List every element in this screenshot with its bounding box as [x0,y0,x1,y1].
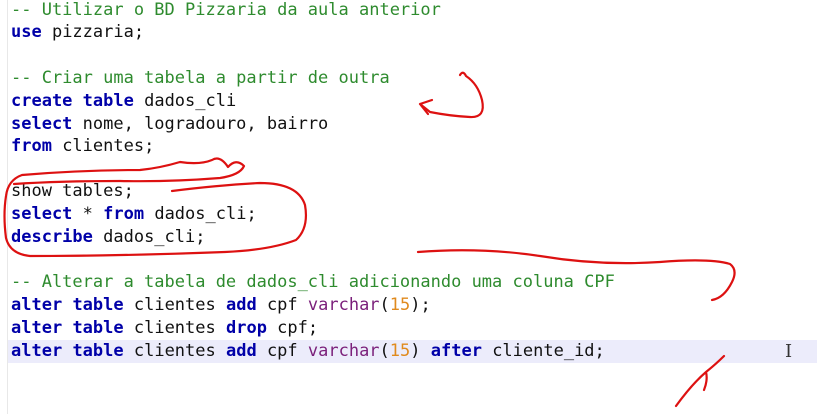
code-line-1: -- Utilizar o BD Pizzaria da aula anteri… [11,0,441,20]
code-line-10: select * from dados_cli; [11,204,257,224]
code-line-4: -- Criar uma tabela a partir de outra [11,68,390,88]
code-line-7: from clientes; [11,136,155,156]
code-line-6: select nome, logradouro, bairro [11,114,329,134]
code-line-11: describe dados_cli; [11,227,206,247]
editor-gutter [0,0,6,414]
text-cursor-icon: I [785,341,793,362]
code-line-14: alter table clientes add cpf varchar(15)… [11,295,431,315]
code-line-16: alter table clientes add cpf varchar(15)… [11,341,605,361]
code-line-15: alter table clientes drop cpf; [11,318,319,338]
code-line-5: create table dados_cli [11,91,237,111]
code-line-13: -- Alterar a tabela de dados_cli adicion… [11,272,615,292]
code-line-9: show tables; [11,181,134,201]
sql-editor[interactable]: -- Utilizar o BD Pizzaria da aula anteri… [11,0,817,414]
code-line-2: use pizzaria; [11,22,145,42]
